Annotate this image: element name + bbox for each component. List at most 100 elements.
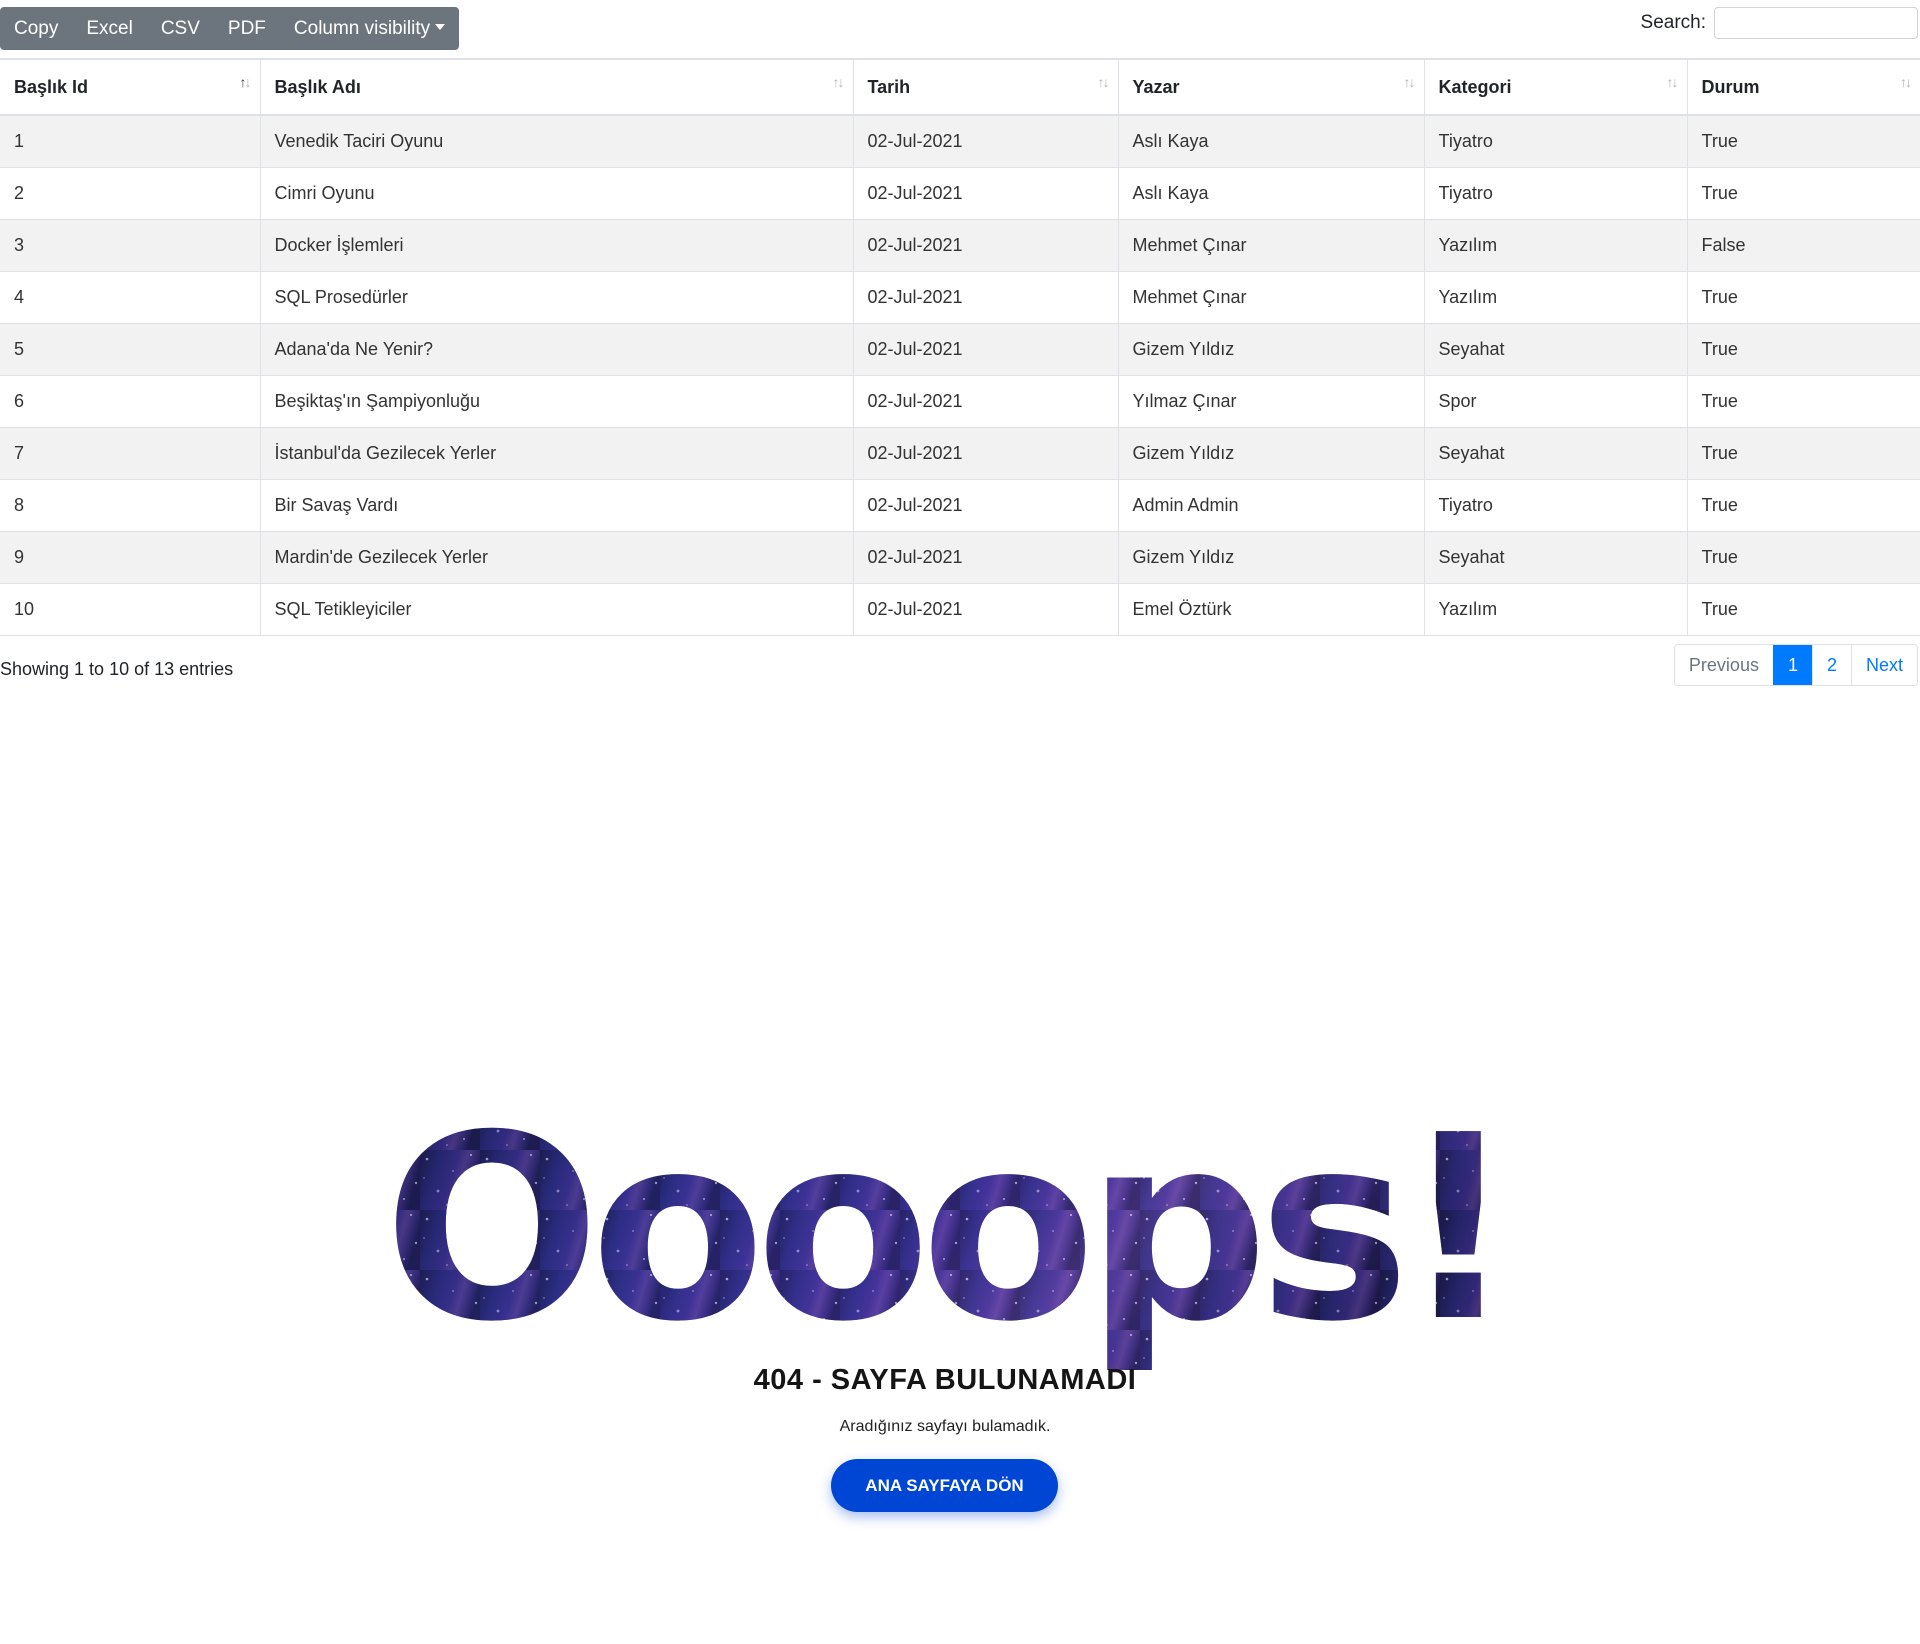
table-row: 6 Beşiktaş'ın Şampiyonluğu 02-Jul-2021 Yılm… <box>0 375 1920 428</box>
table-cell: 02-Jul-2021 <box>852 583 1119 636</box>
table-cell: True <box>1686 167 1920 220</box>
csv-button[interactable]: CSV <box>147 7 214 50</box>
table-row: 5 Adana'da Ne Yenir? 02-Jul-2021 Gizem Yıld… <box>0 323 1920 376</box>
table-cell: Cimri Oyunu <box>259 167 854 220</box>
table-cell: Admin Admin <box>1117 479 1425 532</box>
pdf-button[interactable]: PDF <box>214 7 280 50</box>
column-header-label: Durum <box>1701 76 1760 97</box>
table-row: 10 SQL Tetikleyiciler 02-Jul-2021 Emel Öztü… <box>0 583 1920 636</box>
table-cell: Docker İşlemleri <box>259 219 854 272</box>
sort-arrows-icon: ↑↓ <box>1403 74 1416 90</box>
table-cell: 02-Jul-2021 <box>852 427 1119 480</box>
table-cell: Gizem Yıldız <box>1117 323 1425 376</box>
column-header[interactable]: Başlık Id ↑↓ <box>0 58 261 116</box>
column-header-label: Tarih <box>867 76 911 97</box>
table-cell: 02-Jul-2021 <box>852 531 1119 584</box>
table-row: 7 İstanbul'da Gezilecek Yerler 02-Jul-2021… <box>0 427 1920 480</box>
table-cell: Seyahat <box>1423 427 1688 480</box>
column-header-label: Başlık Adı <box>274 76 361 97</box>
table-cell: 6 <box>0 375 261 428</box>
column-header[interactable]: Başlık Adı ↑↓ <box>259 58 854 116</box>
back-home-button[interactable]: ANA SAYFAYA DÖN <box>831 1459 1058 1512</box>
search-label: Search: <box>1640 12 1706 33</box>
table-cell: Tiyatro <box>1423 479 1688 532</box>
table-header-row: Başlık Id ↑↓ Başlık Adı ↑↓ Tarih ↑↓ Yazar ↑↓ Kat… <box>0 58 1920 116</box>
oops-galaxy-text: Oooops! Oooops! <box>384 1081 1517 1378</box>
table-cell: 02-Jul-2021 <box>852 114 1119 168</box>
sort-arrows-icon: ↑↓ <box>832 74 845 90</box>
next-page-button[interactable]: Next <box>1850 645 1917 685</box>
table-cell: İstanbul'da Gezilecek Yerler <box>259 427 854 480</box>
table-cell: SQL Prosedürler <box>259 271 854 324</box>
table-cell: 10 <box>0 583 261 636</box>
sort-arrows-icon: ↑↓ <box>239 74 252 90</box>
table-cell: 3 <box>0 219 261 272</box>
table-row: 2 Cimri Oyunu 02-Jul-2021 Aslı Kaya Tiyatro T… <box>0 167 1920 220</box>
table-cell: Bir Savaş Vardı <box>259 479 854 532</box>
column-header-label: Kategori <box>1438 76 1512 97</box>
pagination: Previous 1 2 Next <box>1673 644 1918 686</box>
table-cell: Emel Öztürk <box>1117 583 1425 636</box>
table-cell: 4 <box>0 271 261 324</box>
table-cell: SQL Tetikleyiciler <box>259 583 854 636</box>
table-cell: 02-Jul-2021 <box>852 375 1119 428</box>
table-cell: Aslı Kaya <box>1117 114 1425 168</box>
page-2-button[interactable]: 2 <box>1811 645 1851 685</box>
excel-button[interactable]: Excel <box>72 7 146 50</box>
table-cell: 5 <box>0 323 261 376</box>
table-cell: True <box>1686 323 1920 376</box>
column-header-label: Yazar <box>1132 76 1180 97</box>
oops-headline: Oooops! Oooops! <box>360 1081 1530 1378</box>
table-cell: Venedik Taciri Oyunu <box>259 114 854 168</box>
error-title: 404 - SAYFA BULUNAMADI <box>753 1364 1137 1396</box>
table-cell: 02-Jul-2021 <box>852 323 1119 376</box>
caret-down-icon <box>435 23 446 30</box>
page-1-button[interactable]: 1 <box>1772 645 1812 685</box>
table-cell: 8 <box>0 479 261 532</box>
copy-button[interactable]: Copy <box>0 7 72 50</box>
table-info: Showing 1 to 10 of 13 entries <box>0 659 234 679</box>
export-toolbar: Copy Excel CSV PDF Column visibility <box>0 7 460 50</box>
table-cell: Mehmet Çınar <box>1117 271 1425 324</box>
table-cell: Mardin'de Gezilecek Yerler <box>259 531 854 584</box>
column-header[interactable]: Kategori ↑↓ <box>1423 58 1688 116</box>
table-cell: Aslı Kaya <box>1117 167 1425 220</box>
column-visibility-label: Column visibility <box>293 18 431 39</box>
search-input[interactable] <box>1714 7 1918 39</box>
table-cell: Tiyatro <box>1423 167 1688 220</box>
error-message: Aradığınız sayfayı bulamadık. <box>839 1418 1051 1435</box>
table-cell: 9 <box>0 531 261 584</box>
table-row: 9 Mardin'de Gezilecek Yerler 02-Jul-2021 Gi… <box>0 531 1920 584</box>
table-cell: 7 <box>0 427 261 480</box>
table-cell: False <box>1686 219 1920 272</box>
table-cell: True <box>1686 531 1920 584</box>
column-visibility-button[interactable]: Column visibility <box>280 7 459 50</box>
table-cell: Spor <box>1423 375 1688 428</box>
table-row: 4 SQL Prosedürler 02-Jul-2021 Mehmet Çınar Y… <box>0 271 1920 324</box>
column-header-label: Başlık Id <box>14 76 89 97</box>
table-cell: Adana'da Ne Yenir? <box>259 323 854 376</box>
column-header[interactable]: Tarih ↑↓ <box>852 58 1119 116</box>
sort-arrows-icon: ↑↓ <box>1900 74 1912 90</box>
table-cell: Yazılım <box>1423 583 1688 636</box>
oops-stars-overlay: Oooops! <box>384 1090 1507 1370</box>
table-cell: Mehmet Çınar <box>1117 219 1425 272</box>
table-row: 8 Bir Savaş Vardı 02-Jul-2021 Admin Admin Ti… <box>0 479 1920 532</box>
column-header[interactable]: Durum ↑↓ <box>1686 58 1920 116</box>
column-header[interactable]: Yazar ↑↓ <box>1117 58 1425 116</box>
previous-page-button[interactable]: Previous <box>1674 645 1773 685</box>
table-cell: Tiyatro <box>1423 114 1688 168</box>
sort-arrows-icon: ↑↓ <box>1097 74 1110 90</box>
table-cell: True <box>1686 271 1920 324</box>
table-row: 1 Venedik Taciri Oyunu 02-Jul-2021 Aslı Kay… <box>0 114 1920 168</box>
table-cell: True <box>1686 114 1920 168</box>
table-cell: 02-Jul-2021 <box>852 271 1119 324</box>
table-cell: Seyahat <box>1423 323 1688 376</box>
table-cell: True <box>1686 375 1920 428</box>
table-row: 3 Docker İşlemleri 02-Jul-2021 Mehmet Çınar… <box>0 219 1920 272</box>
table-cell: 02-Jul-2021 <box>852 167 1119 220</box>
table-cell: True <box>1686 479 1920 532</box>
data-table: Başlık Id ↑↓ Başlık Adı ↑↓ Tarih ↑↓ Yazar ↑↓ Kat… <box>0 58 1920 636</box>
table-cell: Yazılım <box>1423 219 1688 272</box>
sort-arrows-icon: ↑↓ <box>1666 74 1679 90</box>
